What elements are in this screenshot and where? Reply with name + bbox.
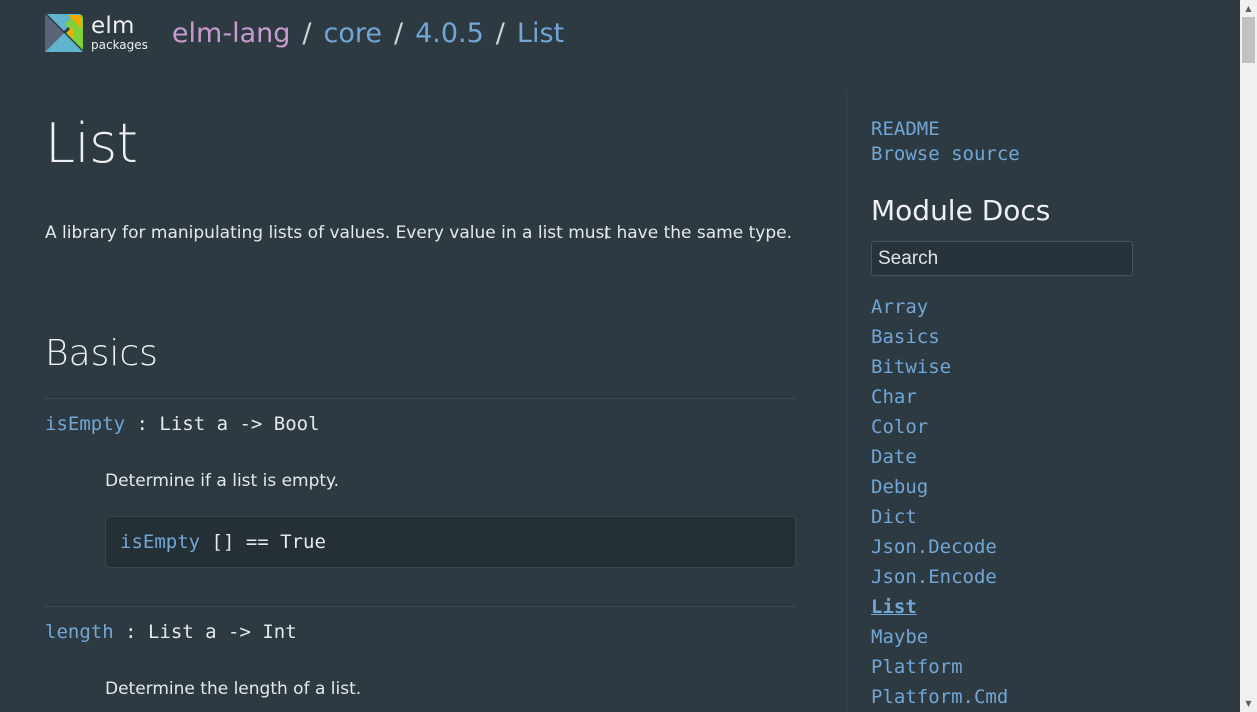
function-name-link[interactable]: isEmpty [45, 413, 125, 435]
module-link-date[interactable]: Date [871, 442, 1171, 472]
doc-text: Determine if a list is empty. [105, 471, 340, 491]
doc-entry-length: length : List a -> Int Determine the len… [45, 606, 796, 699]
scroll-up-arrow-icon[interactable]: ▲ [1240, 0, 1257, 17]
module-docs-main: List A library for manipulating lists of… [45, 100, 796, 699]
module-link-list-active[interactable]: List [871, 592, 1171, 622]
breadcrumb: elm-lang / core / 4.0.5 / List [172, 18, 564, 49]
elm-tangram-icon [45, 14, 83, 52]
module-link-bitwise[interactable]: Bitwise [871, 352, 1171, 382]
type-signature: length : List a -> Int [45, 621, 796, 643]
logo-elm-text: elm [91, 13, 135, 39]
module-link-maybe[interactable]: Maybe [871, 622, 1171, 652]
section-title-basics: Basics [45, 333, 158, 374]
breadcrumb-module[interactable]: List [517, 18, 564, 49]
text-cursor-icon: I [604, 227, 609, 243]
breadcrumb-version[interactable]: 4.0.5 [415, 18, 484, 49]
scroll-down-arrow-icon[interactable]: ▼ [1240, 695, 1257, 712]
sidebar-divider [846, 92, 847, 712]
browse-source-link[interactable]: Browse source [871, 142, 1171, 167]
code-function: isEmpty [120, 531, 201, 553]
page-title: List [45, 112, 138, 175]
breadcrumb-user[interactable]: elm-lang [172, 18, 290, 49]
sidebar: README Browse source Module Docs Array B… [871, 117, 1171, 712]
code-rest: [] == True [200, 531, 326, 553]
code-example: isEmpty [] == True [105, 516, 796, 568]
breadcrumb-separator: / [393, 17, 404, 49]
module-link-dict[interactable]: Dict [871, 502, 1171, 532]
module-link-basics[interactable]: Basics [871, 322, 1171, 352]
module-link-char[interactable]: Char [871, 382, 1171, 412]
logo-packages-text: packages [91, 38, 148, 52]
function-name-link[interactable]: length [45, 621, 114, 643]
scrollbar-thumb[interactable] [1242, 17, 1255, 63]
signature-type: : List a -> Int [113, 621, 297, 643]
signature-type: : List a -> Bool [125, 413, 320, 435]
breadcrumb-separator: / [495, 17, 505, 49]
module-description: A library for manipulating lists of valu… [45, 223, 792, 243]
module-link-json-decode[interactable]: Json.Decode [871, 532, 1171, 562]
elm-packages-logo[interactable]: elm packages [45, 14, 148, 52]
module-link-platform-cmd[interactable]: Platform.Cmd [871, 682, 1171, 712]
module-docs-heading: Module Docs [871, 194, 1051, 227]
module-link-color[interactable]: Color [871, 412, 1171, 442]
doc-text: Determine the length of a list. [105, 679, 362, 699]
search-input[interactable] [871, 241, 1133, 276]
module-link-json-encode[interactable]: Json.Encode [871, 562, 1171, 592]
module-list: Array Basics Bitwise Char Color Date Deb… [871, 292, 1171, 712]
doc-entry-isempty: isEmpty : List a -> Bool Determine if a … [45, 398, 796, 568]
module-link-platform[interactable]: Platform [871, 652, 1171, 682]
vertical-scrollbar[interactable]: ▲ ▼ [1240, 0, 1257, 712]
readme-link[interactable]: README [871, 117, 1171, 142]
module-link-debug[interactable]: Debug [871, 472, 1171, 502]
module-link-array[interactable]: Array [871, 292, 1171, 322]
type-signature: isEmpty : List a -> Bool [45, 413, 796, 435]
breadcrumb-package[interactable]: core [324, 18, 382, 49]
breadcrumb-separator: / [302, 17, 312, 49]
site-header: elm packages elm-lang / core / 4.0.5 / L… [45, 12, 564, 54]
